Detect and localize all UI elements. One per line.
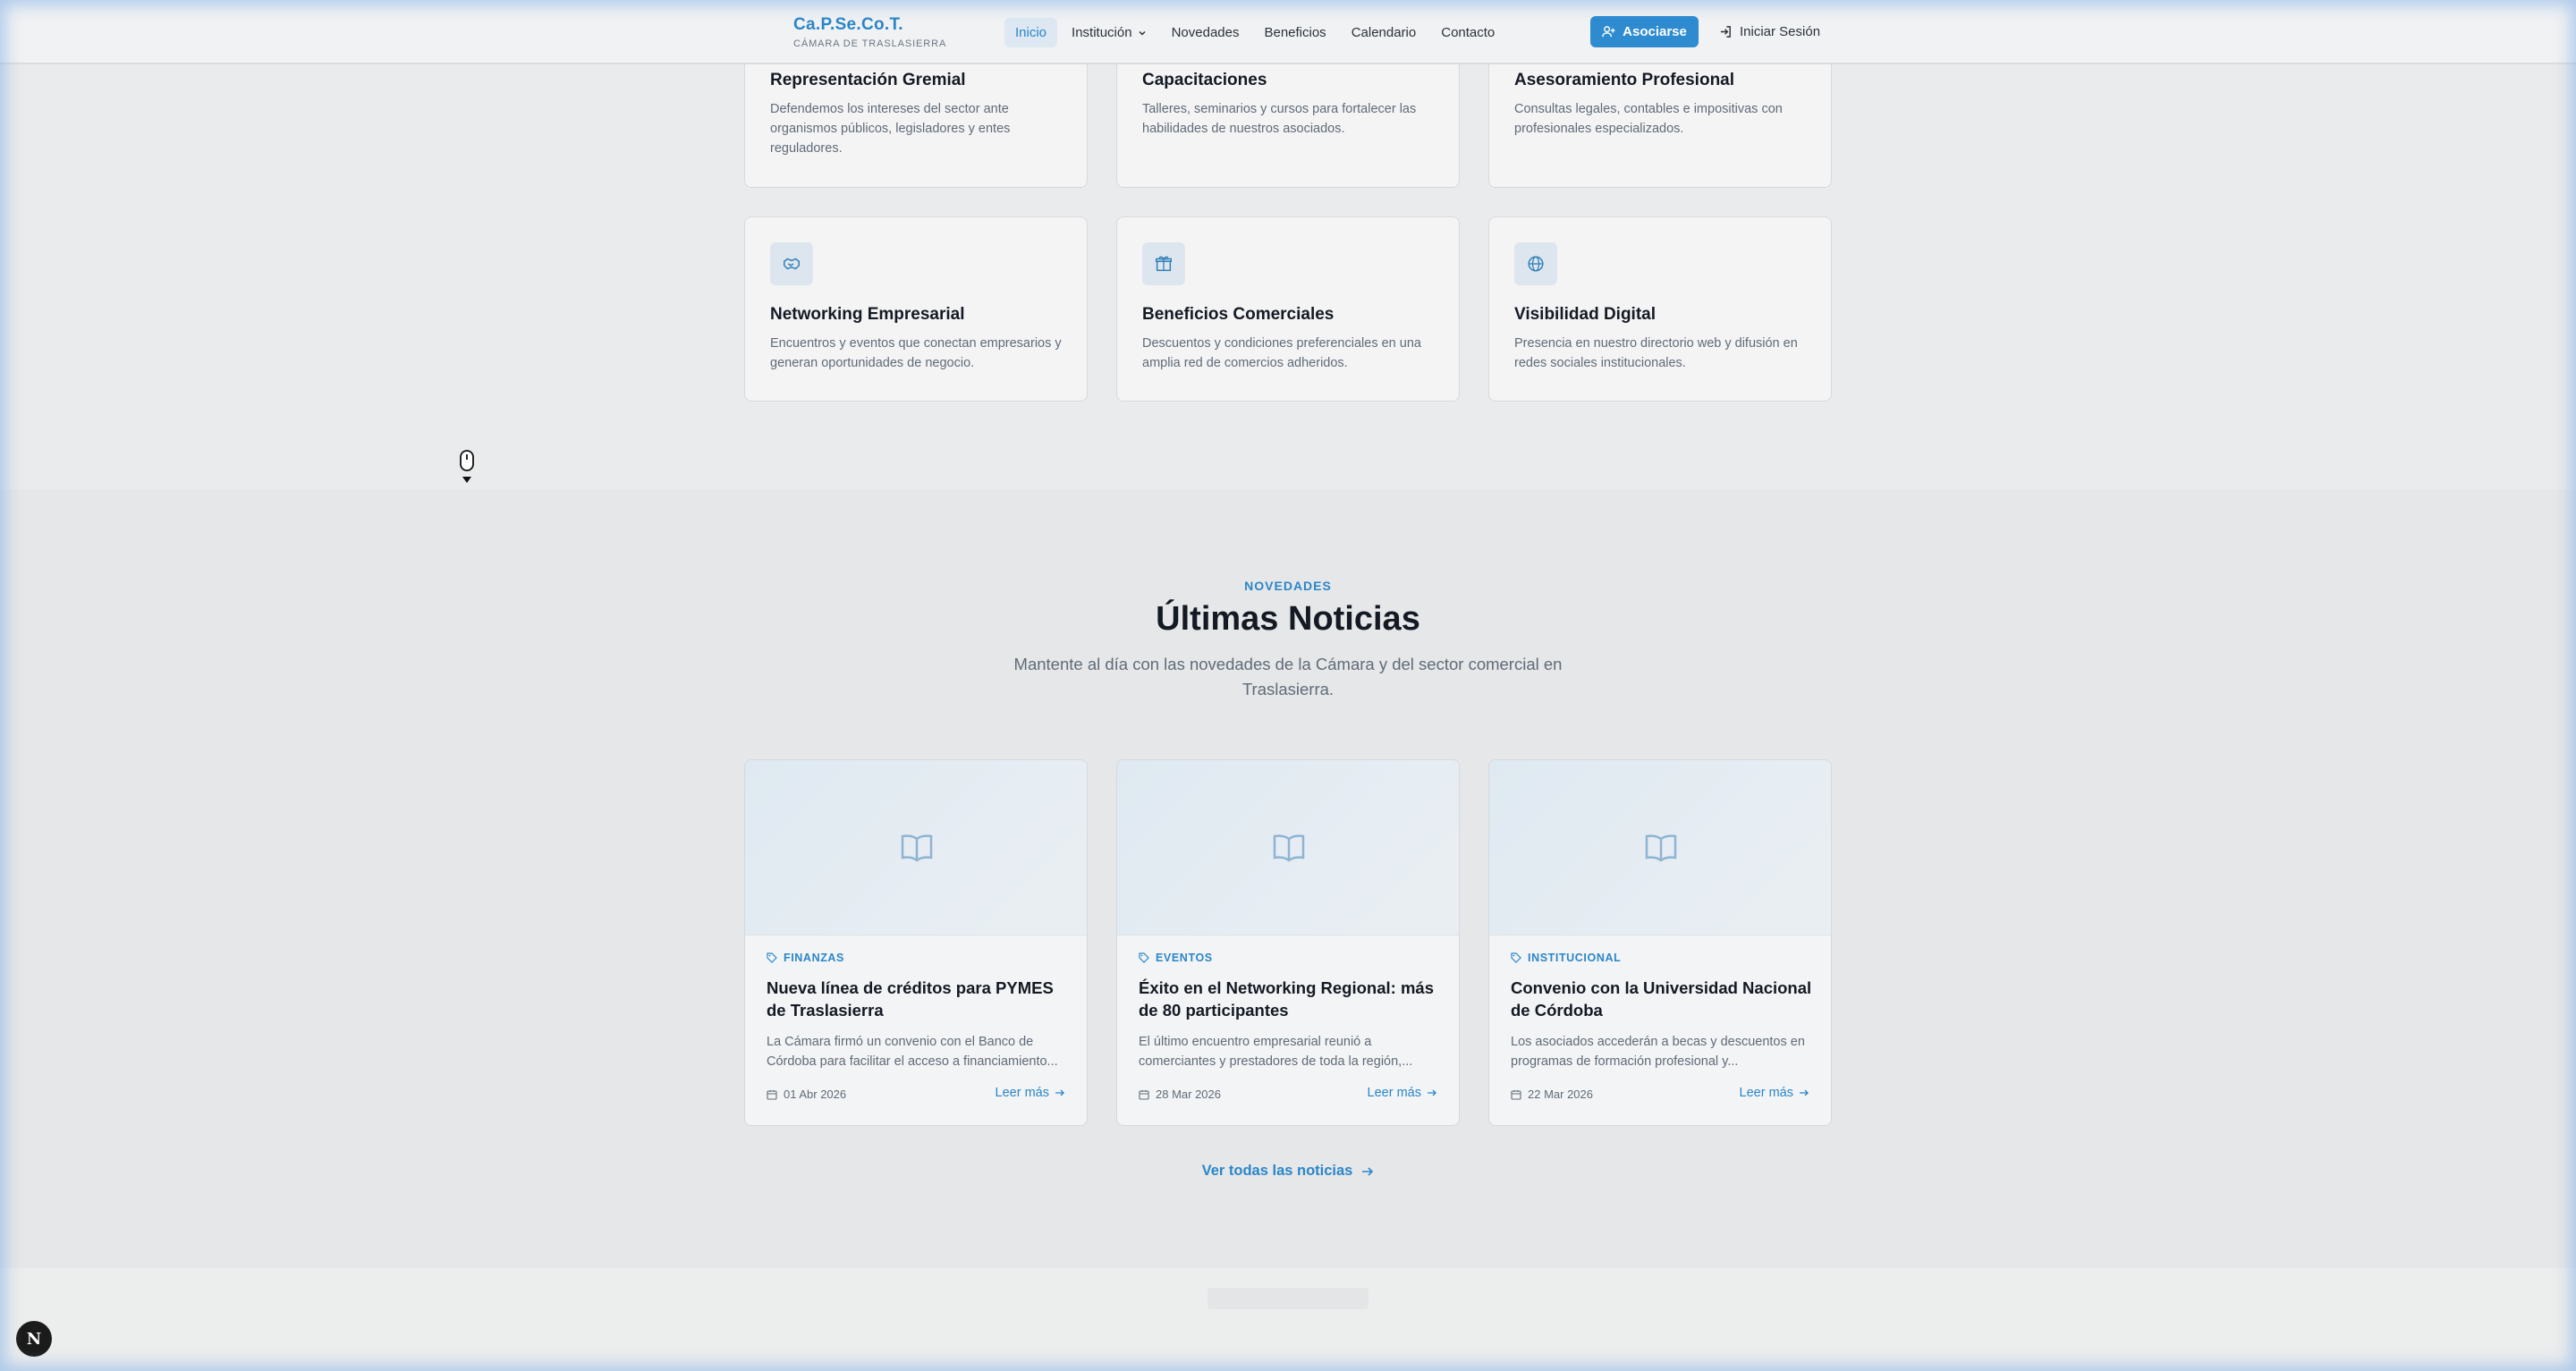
handshake-icon — [770, 242, 813, 285]
service-title: Representación Gremial — [770, 71, 966, 89]
book-open-icon — [1645, 834, 1677, 862]
gift-icon — [1142, 242, 1185, 285]
news-category: FINANZAS — [767, 952, 844, 964]
chevron-down-icon — [1139, 30, 1146, 36]
service-description: Consultas legales, contables e impositiv… — [1514, 102, 1783, 136]
news-category-label: INSTITUCIONAL — [1528, 952, 1622, 964]
nav-item-label: Institución — [1072, 25, 1132, 40]
service-description: Presencia en nuestro directorio web y di… — [1514, 336, 1798, 370]
service-description: Descuentos y condiciones preferenciales … — [1142, 336, 1421, 370]
news-date-label: 28 Mar 2026 — [1156, 1087, 1221, 1101]
news-image-placeholder — [1117, 760, 1459, 935]
all-news-label: Ver todas las noticias — [1201, 1163, 1353, 1179]
calendar-icon — [1511, 1089, 1521, 1100]
join-button-label: Asociarse — [1623, 24, 1687, 39]
brand-name: Ca.P.Se.Co.T. — [793, 15, 903, 34]
news-excerpt: El último encuentro empresarial reunió a… — [1139, 1035, 1413, 1069]
news-category: INSTITUCIONAL — [1511, 952, 1621, 964]
calendar-icon — [767, 1089, 777, 1100]
mouse-cursor-icon — [460, 450, 474, 483]
join-button[interactable]: Asociarse — [1590, 16, 1699, 47]
news-category: EVENTOS — [1139, 952, 1213, 964]
service-title: Visibilidad Digital — [1514, 305, 1657, 324]
service-title: Capacitaciones — [1142, 71, 1267, 89]
news-title[interactable]: Convenio con la Universidad Nacional de … — [1511, 977, 1815, 1021]
news-title[interactable]: Éxito en el Networking Regional: más de … — [1139, 977, 1443, 1021]
read-more-link[interactable]: Leer más — [1368, 1086, 1437, 1100]
arrow-right-icon — [1362, 1166, 1374, 1176]
news-excerpt: La Cámara firmó un convenio con el Banco… — [767, 1035, 1058, 1069]
read-more-label: Leer más — [1739, 1086, 1793, 1100]
news-excerpt: Los asociados accederán a becas y descue… — [1511, 1035, 1805, 1069]
news-image-placeholder — [1489, 760, 1831, 935]
footer-area — [0, 1268, 2576, 1371]
read-more-label: Leer más — [1367, 1086, 1421, 1100]
service-description: Talleres, seminarios y cursos para forta… — [1142, 102, 1417, 136]
service-description: Encuentros y eventos que conectan empres… — [770, 336, 1062, 370]
news-card[interactable]: INSTITUCIONAL Convenio con la Universida… — [1488, 759, 1832, 1126]
service-title: Asesoramiento Profesional — [1514, 71, 1735, 89]
login-button-label: Iniciar Sesión — [1740, 24, 1821, 39]
site-header: Ca.P.Se.Co.T. CÁMARA DE TRASLASIERRA Ini… — [0, 0, 2576, 64]
news-category-label: FINANZAS — [784, 952, 844, 964]
news-date: 28 Mar 2026 — [1139, 1087, 1221, 1101]
service-card[interactable]: Networking Empresarial Encuentros y even… — [744, 216, 1088, 402]
news-image-placeholder — [745, 760, 1087, 935]
globe-icon — [1514, 242, 1557, 285]
user-plus-icon — [1602, 26, 1615, 38]
calendar-icon — [1139, 1089, 1149, 1100]
arrow-right-icon — [1428, 1089, 1436, 1096]
service-card[interactable]: Visibilidad Digital Presencia en nuestro… — [1488, 216, 1832, 402]
news-card[interactable]: EVENTOS Éxito en el Networking Regional:… — [1116, 759, 1460, 1126]
news-card[interactable]: FINANZAS Nueva línea de créditos para PY… — [744, 759, 1088, 1126]
brand-subtitle: CÁMARA DE TRASLASIERRA — [793, 38, 947, 49]
service-title: Beneficios Comerciales — [1142, 305, 1335, 324]
section-subtitle: Mantente al día con las novedades de la … — [1013, 655, 1563, 698]
nav-item-contacto[interactable]: Contacto — [1430, 18, 1505, 47]
nav-item-institucion[interactable]: Institución — [1061, 18, 1157, 47]
all-news-link[interactable]: Ver todas las noticias — [0, 1163, 2576, 1180]
arrow-right-icon — [1800, 1089, 1809, 1096]
nav-item-calendario[interactable]: Calendario — [1341, 18, 1428, 47]
read-more-label: Leer más — [995, 1086, 1049, 1100]
book-open-icon — [1273, 834, 1305, 862]
section-title: Últimas Noticias — [1156, 600, 1420, 638]
nav-item-inicio[interactable]: Inicio — [1004, 18, 1058, 47]
login-icon — [1720, 26, 1731, 38]
tag-icon — [767, 952, 777, 963]
faded-footer-text — [1208, 1288, 1368, 1309]
tag-icon — [1511, 952, 1521, 963]
login-button[interactable]: Iniciar Sesión — [1719, 16, 1820, 47]
news-date: 01 Abr 2026 — [767, 1087, 846, 1101]
news-date: 22 Mar 2026 — [1511, 1087, 1593, 1101]
news-category-label: EVENTOS — [1156, 952, 1213, 964]
tag-icon — [1139, 952, 1149, 963]
book-open-icon — [901, 834, 933, 862]
news-date-label: 22 Mar 2026 — [1528, 1087, 1593, 1101]
news-date-label: 01 Abr 2026 — [784, 1087, 847, 1101]
service-card[interactable]: Beneficios Comerciales Descuentos y cond… — [1116, 216, 1460, 402]
nav-item-novedades[interactable]: Novedades — [1161, 18, 1250, 47]
nav-item-beneficios[interactable]: Beneficios — [1253, 18, 1336, 47]
service-title: Networking Empresarial — [770, 305, 965, 324]
arrow-right-icon — [1055, 1089, 1064, 1096]
read-more-link[interactable]: Leer más — [1740, 1086, 1809, 1100]
brand-logo[interactable]: Ca.P.Se.Co.T. CÁMARA DE TRASLASIERRA — [793, 15, 946, 49]
section-eyebrow: NOVEDADES — [1244, 579, 1332, 593]
news-section: NOVEDADES Últimas Noticias Mantente al d… — [0, 489, 2576, 1268]
dev-tools-badge[interactable]: N — [16, 1321, 52, 1357]
read-more-link[interactable]: Leer más — [996, 1086, 1065, 1100]
service-description: Defendemos los intereses del sector ante… — [770, 102, 1011, 156]
main-nav: Inicio Institución Novedades Beneficios … — [1004, 18, 1509, 47]
news-title[interactable]: Nueva línea de créditos para PYMES de Tr… — [767, 977, 1071, 1021]
